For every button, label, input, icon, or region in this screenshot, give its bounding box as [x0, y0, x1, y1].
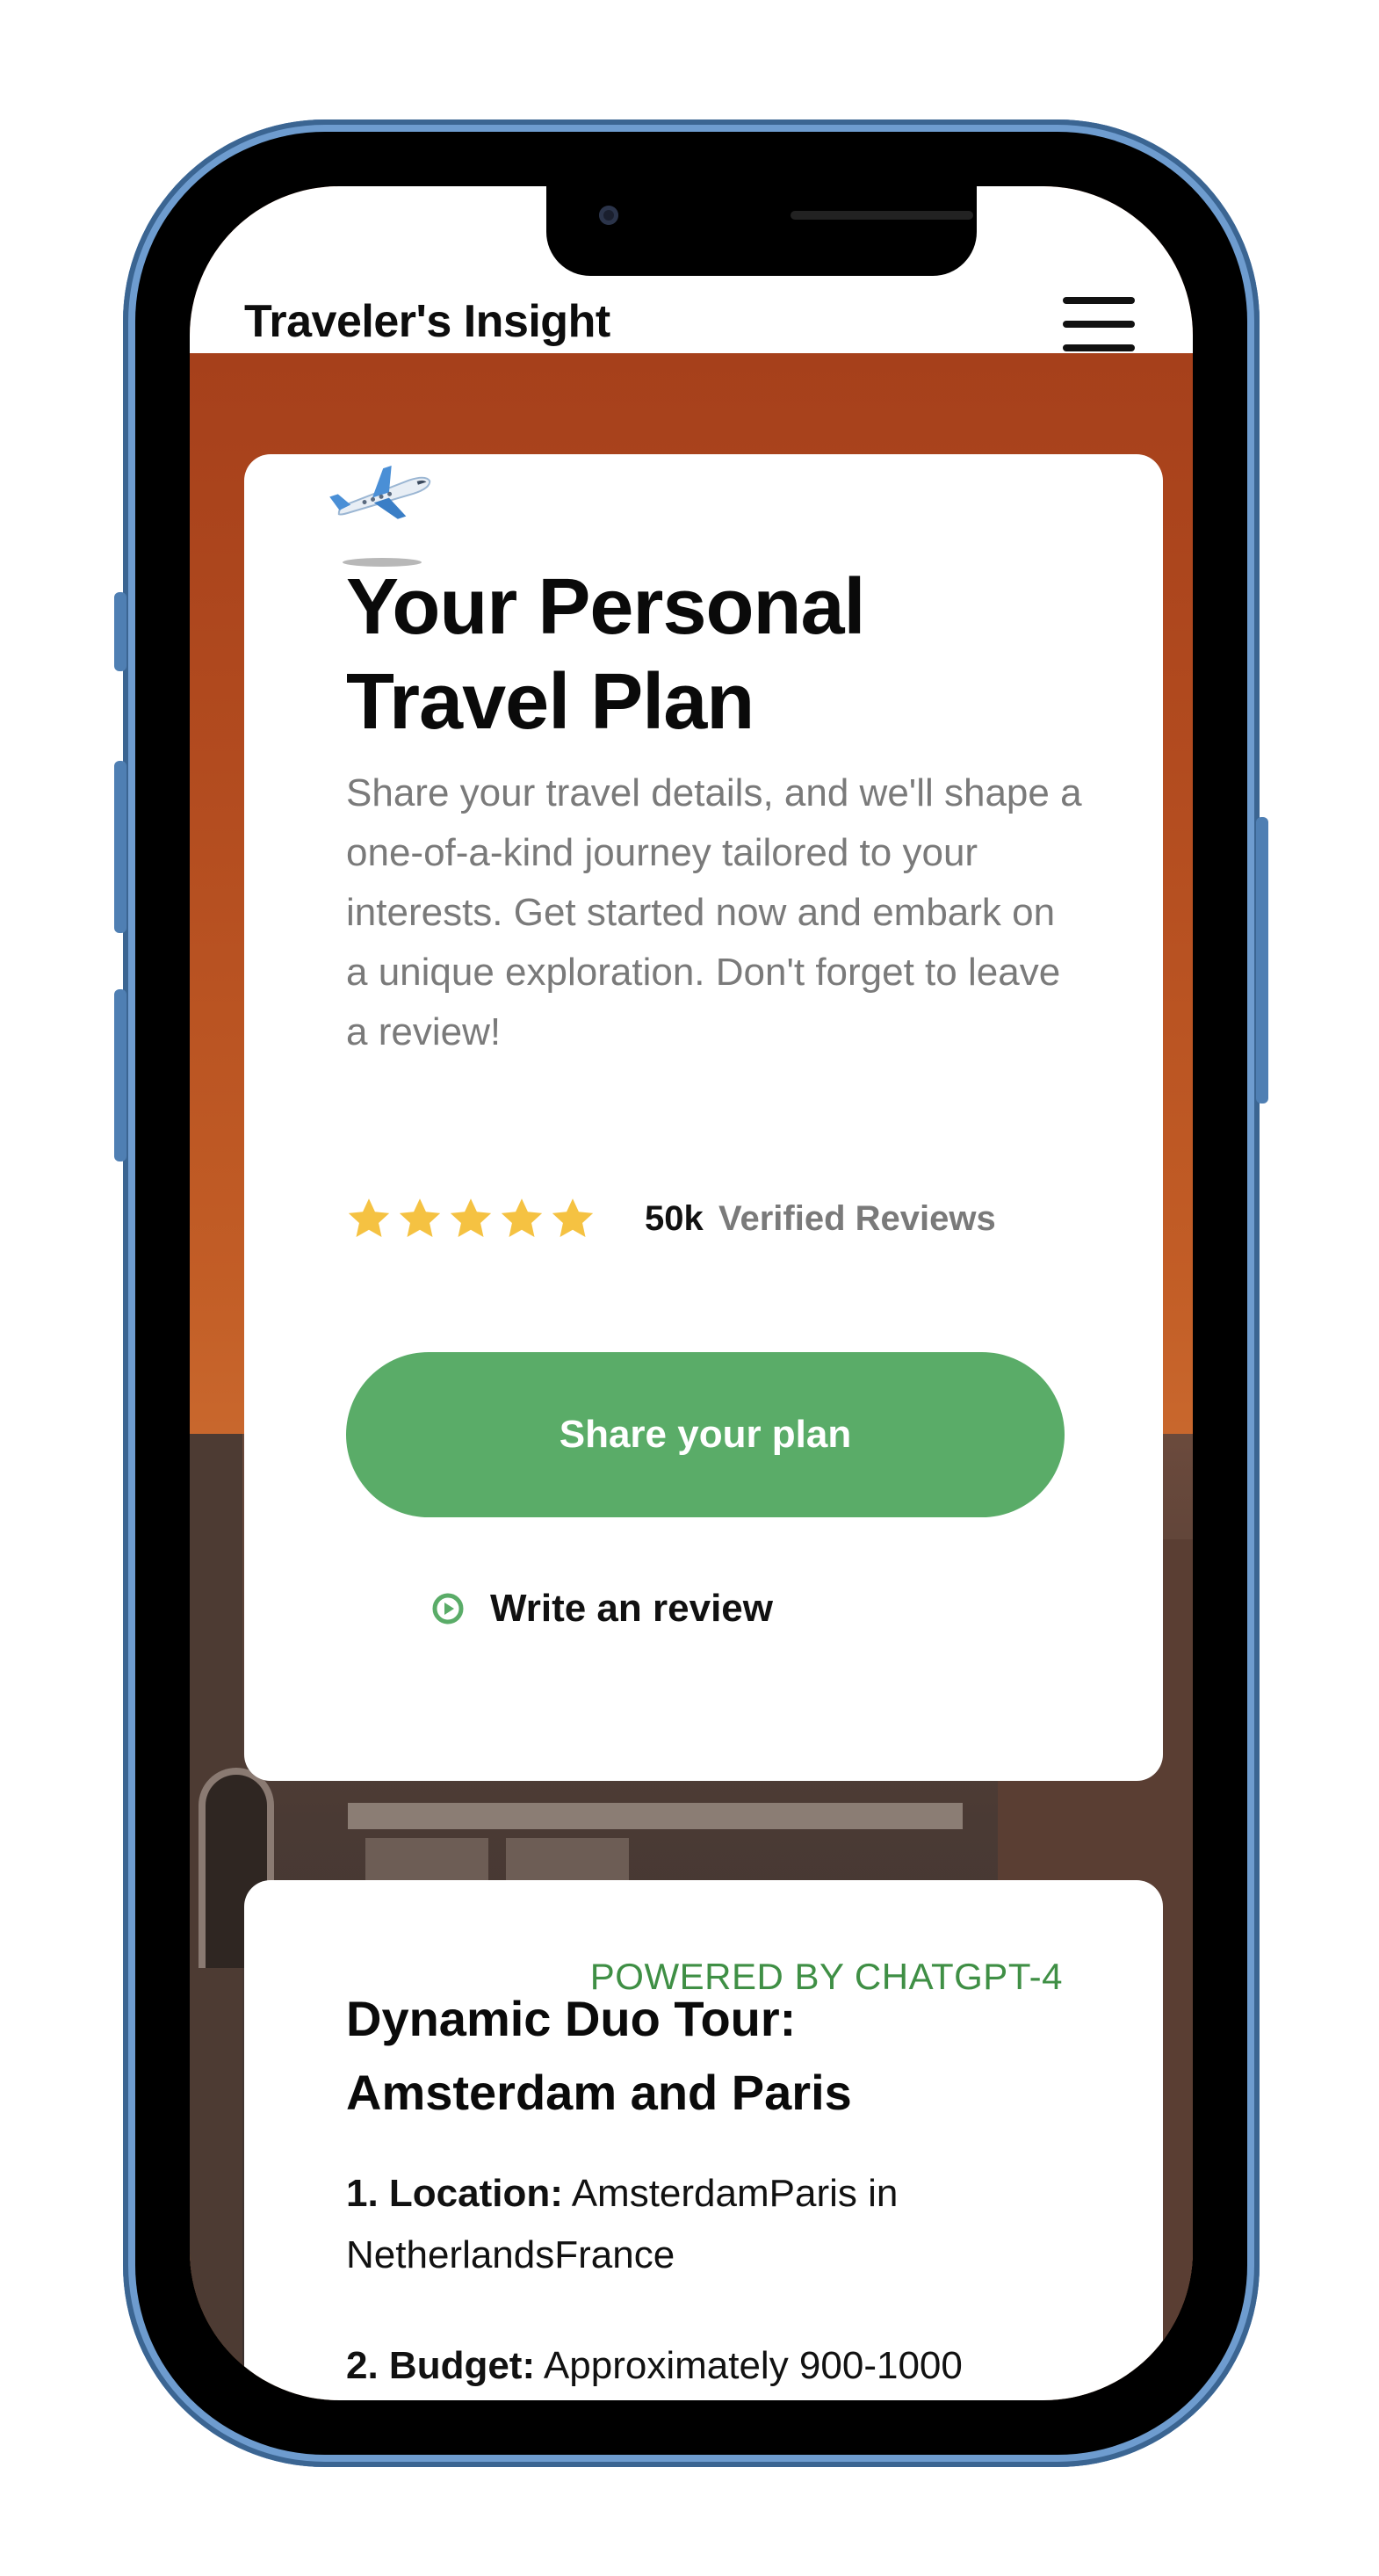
power-button — [1256, 817, 1268, 1103]
star-icon — [348, 1198, 390, 1238]
volume-up-button — [114, 761, 126, 933]
share-plan-button[interactable]: Share your plan — [346, 1352, 1065, 1517]
plan-item-label: 1. Location: — [346, 2172, 563, 2215]
airplane-icon — [329, 465, 431, 519]
plan-item-budget: 2. Budget: Approximately 900-1000 — [346, 2335, 1066, 2397]
plan-item-location: 1. Location: AmsterdamParis in Netherlan… — [346, 2163, 1066, 2286]
hero-title: Your Personal Travel Plan — [346, 563, 866, 746]
star-icon — [399, 1198, 441, 1238]
screen: Traveler's Insight Your Personal Travel … — [190, 186, 1193, 2400]
star-icon — [552, 1198, 594, 1238]
star-icon — [450, 1198, 492, 1238]
hero-description: Share your travel details, and we'll sha… — [346, 771, 1082, 1053]
star-rating — [346, 1196, 601, 1241]
phone-frame: Traveler's Insight Your Personal Travel … — [114, 119, 1268, 2467]
plan-title: Dynamic Duo Tour: Amsterdam and Paris — [346, 1991, 852, 2120]
volume-down-button — [114, 989, 126, 1161]
reviews-count: 50k — [645, 1199, 704, 1238]
plan-item-label: 2. Budget: — [346, 2344, 536, 2387]
brand-logo-text[interactable]: Traveler's Insight — [244, 295, 610, 348]
hamburger-menu-icon[interactable] — [1063, 297, 1135, 351]
plan-card: POWERED BY CHATGPT-4 Dynamic Duo Tour: A… — [244, 1880, 1163, 2400]
write-review-link[interactable]: Write an review — [432, 1582, 773, 1635]
speaker-grille — [791, 211, 973, 220]
camera-icon — [599, 206, 618, 225]
phone-bezel: Traveler's Insight Your Personal Travel … — [135, 132, 1247, 2455]
notch — [546, 186, 977, 276]
write-review-label: Write an review — [490, 1587, 773, 1630]
star-icon — [501, 1198, 543, 1238]
reviews-label: Verified Reviews — [718, 1199, 996, 1238]
mute-switch — [114, 592, 126, 671]
hero-card: Your Personal Travel Plan Share your tra… — [244, 454, 1163, 1781]
plan-item-value: Approximately 900-1000 — [543, 2344, 963, 2387]
play-circle-icon — [432, 1593, 464, 1624]
